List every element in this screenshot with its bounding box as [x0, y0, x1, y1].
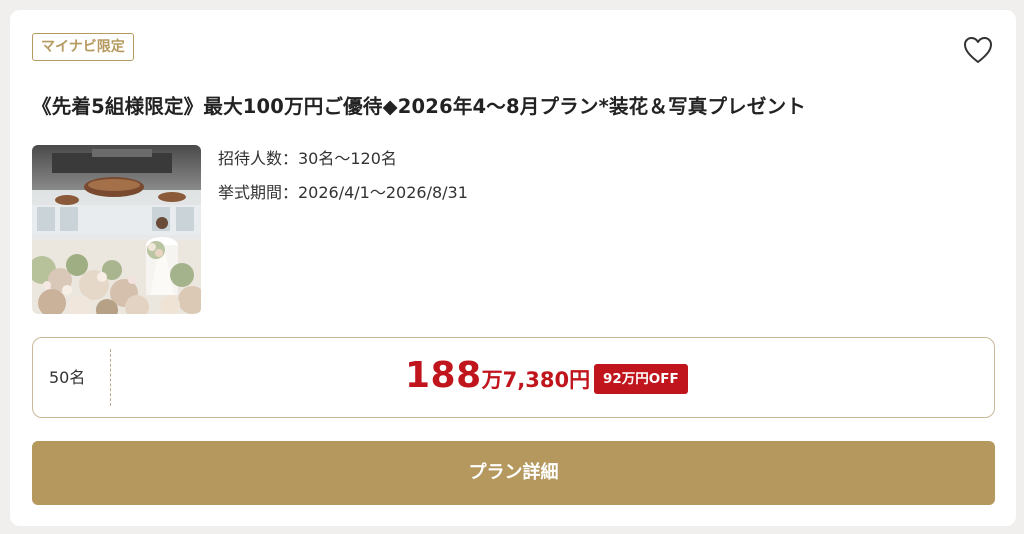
price-amount-rest: 7,380円	[502, 368, 591, 392]
plan-info: 招待人数：30名～120名 挙式期間：2026/4/1～2026/8/31	[218, 147, 468, 215]
price-guest-count: 50名	[49, 368, 86, 387]
plan-detail-button[interactable]: プラン詳細	[32, 441, 995, 505]
discount-badge: 92万円OFF	[594, 364, 688, 394]
venue-photo[interactable]	[32, 145, 201, 314]
plan-card: マイナビ限定 《先着5組様限定》最大100万円ご優待◆2026年4～8月プラン*…	[10, 10, 1016, 526]
price-amount-unit: 万	[481, 368, 503, 392]
plan-title[interactable]: 《先着5組様限定》最大100万円ご優待◆2026年4～8月プラン*装花＆写真プレ…	[32, 90, 992, 119]
price-box: 50名 188万7,380円 92万円OFF	[32, 337, 995, 418]
mynavi-exclusive-badge: マイナビ限定	[32, 33, 134, 61]
plan-price: 188万7,380円	[405, 355, 590, 396]
heart-icon[interactable]	[963, 36, 993, 64]
price-amount-main: 188	[405, 355, 482, 396]
price-divider	[110, 349, 111, 406]
ceremony-period: 挙式期間：2026/4/1～2026/8/31	[218, 183, 468, 202]
guest-count-range: 招待人数：30名～120名	[218, 149, 397, 168]
